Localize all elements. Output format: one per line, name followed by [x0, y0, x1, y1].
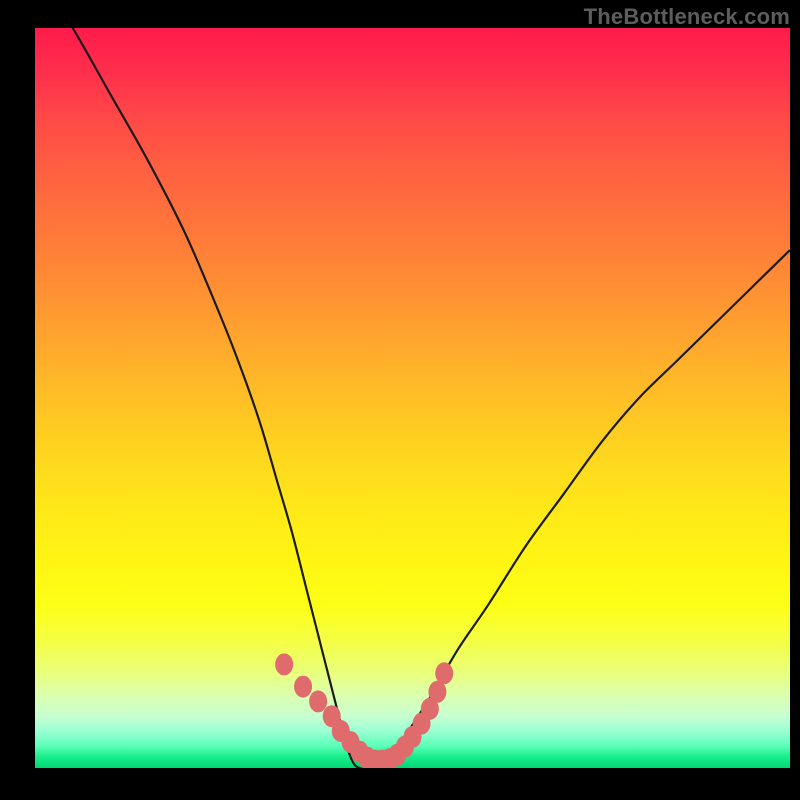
highlight-dot — [275, 653, 293, 675]
bottleneck-curve-path — [35, 28, 790, 768]
watermark-text: TheBottleneck.com — [584, 4, 790, 30]
chart-frame: TheBottleneck.com — [0, 0, 800, 800]
highlight-dot — [309, 690, 327, 712]
highlight-dot — [294, 676, 312, 698]
curve-layer — [35, 28, 790, 768]
plot-area — [35, 28, 790, 768]
highlight-dots — [275, 653, 453, 768]
highlight-dot — [435, 662, 453, 684]
bottleneck-curve — [35, 28, 790, 768]
